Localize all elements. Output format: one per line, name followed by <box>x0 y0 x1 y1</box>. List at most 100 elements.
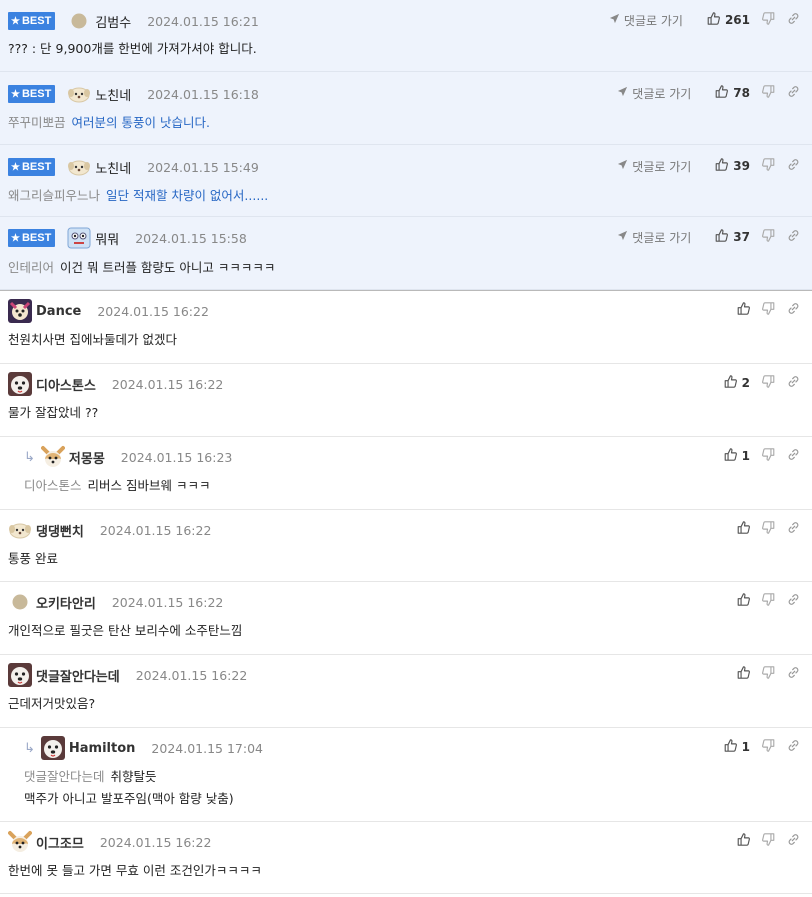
goto-comment-link[interactable]: 댓글로 가기 <box>617 85 691 102</box>
dislike-button[interactable] <box>762 666 775 682</box>
star-icon: ★ <box>11 161 20 173</box>
copy-link-button[interactable] <box>787 302 800 318</box>
dislike-button[interactable] <box>762 12 775 28</box>
comment-author[interactable]: 뭐뭐 <box>95 229 119 248</box>
copy-link-button[interactable] <box>787 448 800 464</box>
comment-body: 물가 잘잡았네 ?? <box>8 402 98 424</box>
mention-author[interactable]: 쭈꾸미뽀끔 <box>8 115 66 130</box>
puppy-avatar[interactable] <box>8 518 32 542</box>
dislike-button[interactable] <box>762 739 775 755</box>
dislike-button[interactable] <box>762 302 775 318</box>
link-icon <box>787 229 800 245</box>
comment-header: 이그조므 2024.01.15 16:22 <box>8 830 211 854</box>
dislike-button[interactable] <box>762 158 775 174</box>
copy-link-button[interactable] <box>787 12 800 28</box>
copy-link-button[interactable] <box>787 85 800 101</box>
comment-actions <box>725 519 800 539</box>
like-button[interactable]: 78 <box>715 85 750 101</box>
mention-author[interactable]: 왜그리슬피우느나 <box>8 188 100 203</box>
dislike-button[interactable] <box>762 521 775 537</box>
comment-author[interactable]: 노친네 <box>95 85 131 104</box>
comment-line: 천원치사면 집에놔둘데가 없겠다 <box>8 329 177 351</box>
star-icon: ★ <box>11 15 20 27</box>
link-icon <box>787 833 800 849</box>
copy-link-button[interactable] <box>787 158 800 174</box>
best-badge: ★ BEST <box>8 12 56 30</box>
copy-link-button[interactable] <box>787 833 800 849</box>
comment-line: 한번에 못 들고 가면 무효 이런 조건인가ㅋㅋㅋㅋ <box>8 860 262 882</box>
comment-actions <box>725 664 800 684</box>
like-button[interactable] <box>737 833 750 849</box>
copy-link-button[interactable] <box>787 666 800 682</box>
dog-face-avatar[interactable] <box>8 299 32 323</box>
thumbs-up-icon <box>724 448 737 464</box>
like-button[interactable]: 39 <box>715 158 750 174</box>
comment-author[interactable]: 댕댕뻔치 <box>36 521 84 540</box>
reply-comment: ↳ Hamilton 2024.01.15 17:04 1 댓글잘안다는데 취향탈듯 맥주가… <box>0 728 812 822</box>
dog-white-avatar[interactable] <box>40 736 65 760</box>
best-comment: ★ BEST 노친네 2024.01.15 15:49 댓글로 가기 39 왜그리슬피우느나… <box>0 145 812 217</box>
comment-author[interactable]: 노친네 <box>95 158 131 177</box>
dislike-button[interactable] <box>762 375 775 391</box>
puppy-avatar[interactable] <box>67 155 91 179</box>
link-icon <box>787 593 800 609</box>
mention-author[interactable]: 인테리어 <box>8 260 54 275</box>
copy-link-button[interactable] <box>787 593 800 609</box>
comment-header: ★ BEST 김범수 2024.01.15 16:21 <box>8 11 259 31</box>
copy-link-button[interactable] <box>787 521 800 537</box>
best-badge-label: BEST <box>21 232 52 244</box>
like-button[interactable] <box>737 521 750 537</box>
like-button[interactable] <box>737 666 750 682</box>
best-badge-label: BEST <box>21 161 52 173</box>
plain-dot-avatar[interactable] <box>8 590 32 614</box>
like-count: 78 <box>733 86 750 100</box>
goto-comment-label: 댓글로 가기 <box>632 230 692 245</box>
goto-comment-link[interactable]: 댓글로 가기 <box>617 229 691 246</box>
puppy-avatar[interactable] <box>67 82 91 106</box>
fox-avatar[interactable] <box>40 445 65 469</box>
like-button[interactable] <box>737 302 750 318</box>
reply-arrow-icon: ↳ <box>24 740 35 756</box>
comment-body: 왜그리슬피우느나 일단 적재할 차량이 없어서...... <box>8 185 268 207</box>
like-button[interactable]: 1 <box>724 448 750 464</box>
comment-author[interactable]: Dance <box>36 304 81 319</box>
copy-link-button[interactable] <box>787 375 800 391</box>
like-count: 37 <box>733 230 750 244</box>
dislike-button[interactable] <box>762 85 775 101</box>
goto-comment-link[interactable]: 댓글로 가기 <box>617 158 691 175</box>
thumbs-down-icon <box>762 158 775 174</box>
comment-author[interactable]: 디아스톤스 <box>36 375 96 394</box>
dislike-button[interactable] <box>762 833 775 849</box>
comment-author[interactable]: Hamilton <box>69 741 136 756</box>
copy-link-button[interactable] <box>787 229 800 245</box>
plain-dot-avatar[interactable] <box>67 9 91 33</box>
comment-author[interactable]: 오키타안리 <box>36 593 96 612</box>
like-button[interactable]: 261 <box>707 12 750 28</box>
dislike-button[interactable] <box>762 448 775 464</box>
like-button[interactable]: 1 <box>724 739 750 755</box>
comment-author[interactable]: 이그조므 <box>36 833 84 852</box>
comment-author[interactable]: 김범수 <box>95 12 131 31</box>
thumbs-up-icon <box>737 666 750 682</box>
like-button[interactable]: 37 <box>715 229 750 245</box>
mention-author[interactable]: 댓글잘안다는데 <box>24 769 105 784</box>
comment-author[interactable]: 댓글잘안다는데 <box>36 666 120 685</box>
comment-author[interactable]: 저몽몽 <box>69 448 105 467</box>
copy-link-button[interactable] <box>787 739 800 755</box>
comment-header: ★ BEST 노친네 2024.01.15 16:18 <box>8 84 259 104</box>
comment-actions: 댓글로 가기 261 <box>609 10 800 30</box>
like-button[interactable] <box>737 593 750 609</box>
dog-white-avatar[interactable] <box>8 372 32 396</box>
reply-arrow-icon: ↳ <box>24 449 35 465</box>
comment-text: 통풍 완료 <box>8 551 58 566</box>
dislike-button[interactable] <box>762 229 775 245</box>
robot-avatar[interactable] <box>67 226 91 250</box>
comment-text: 취향탈듯 <box>110 769 157 784</box>
dog-white-avatar[interactable] <box>8 663 32 687</box>
mention-author[interactable]: 디아스톤스 <box>24 478 82 493</box>
fox-avatar[interactable] <box>8 830 32 854</box>
goto-comment-link[interactable]: 댓글로 가기 <box>609 12 683 29</box>
like-button[interactable]: 2 <box>724 375 750 391</box>
comment-date: 2024.01.15 16:22 <box>111 594 224 610</box>
dislike-button[interactable] <box>762 593 775 609</box>
